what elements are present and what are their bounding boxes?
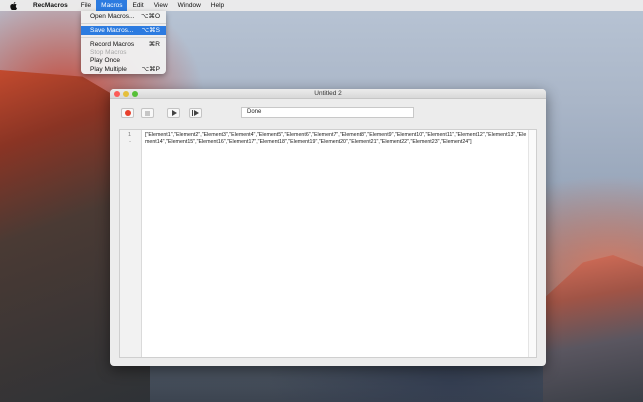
menu-item-shortcut: ⌥⌘P (141, 66, 160, 73)
menu-item-play-multiple[interactable]: Play Multiple ⌥⌘P (81, 65, 166, 74)
menu-file[interactable]: File (76, 0, 96, 11)
line-number-gutter: 1 - (120, 130, 142, 357)
window-titlebar[interactable]: Untitled 2 (110, 89, 546, 99)
play-once-button[interactable] (167, 108, 180, 118)
play-icon (171, 110, 177, 116)
menu-help[interactable]: Help (206, 0, 229, 11)
line-marker: - (129, 139, 131, 145)
play-repeat-icon (192, 110, 199, 116)
editor-text[interactable]: ["Element1","Element2","Element3","Eleme… (145, 132, 528, 146)
document-window: Untitled 2 Done 1 - ["Element1","Element… (110, 89, 546, 366)
vertical-scrollbar[interactable] (528, 130, 536, 357)
record-button[interactable] (121, 108, 134, 118)
menu-item-label: Play Once (90, 57, 120, 64)
menu-item-label: Play Multiple (90, 66, 127, 73)
status-field: Done (241, 107, 414, 118)
menu-item-label: Record Macros (90, 41, 135, 48)
menu-separator (81, 37, 166, 38)
menu-item-shortcut: ⌥⌘S (141, 27, 160, 34)
menu-macros[interactable]: Macros (96, 0, 128, 11)
menu-view[interactable]: View (149, 0, 173, 11)
desktop-cliff-right (543, 255, 643, 402)
menu-separator (81, 23, 166, 24)
menu-item-save-macros[interactable]: Save Macros... ⌥⌘S (81, 26, 166, 35)
menu-item-play-once[interactable]: Play Once (81, 57, 166, 65)
window-title: Untitled 2 (314, 90, 342, 97)
record-icon (124, 110, 131, 116)
menu-item-label: Stop Macros (90, 49, 127, 56)
stop-button[interactable] (141, 108, 154, 118)
menu-window[interactable]: Window (173, 0, 206, 11)
menu-edit[interactable]: Edit (127, 0, 148, 11)
stop-icon (145, 110, 150, 116)
menu-item-stop-macros: Stop Macros (81, 49, 166, 57)
menu-bar: RecMacros File Macros Edit View Window H… (0, 0, 643, 11)
menu-item-shortcut: ⌘R (148, 41, 160, 48)
menu-app-name[interactable]: RecMacros (28, 0, 73, 11)
menu-item-label: Open Macros... (90, 13, 135, 20)
toolbar: Done (110, 99, 546, 127)
macros-dropdown-menu: Open Macros... ⌥⌘O Save Macros... ⌥⌘S Re… (81, 11, 166, 74)
menu-item-shortcut: ⌥⌘O (140, 13, 160, 20)
line-number: 1 (127, 132, 131, 138)
menu-item-record-macros[interactable]: Record Macros ⌘R (81, 40, 166, 49)
menu-item-label: Save Macros... (90, 27, 134, 34)
menu-item-open-macros[interactable]: Open Macros... ⌥⌘O (81, 12, 166, 21)
play-multiple-button[interactable] (189, 108, 202, 118)
macro-editor[interactable]: 1 - ["Element1","Element2","Element3","E… (119, 129, 537, 358)
apple-icon[interactable] (8, 1, 18, 10)
